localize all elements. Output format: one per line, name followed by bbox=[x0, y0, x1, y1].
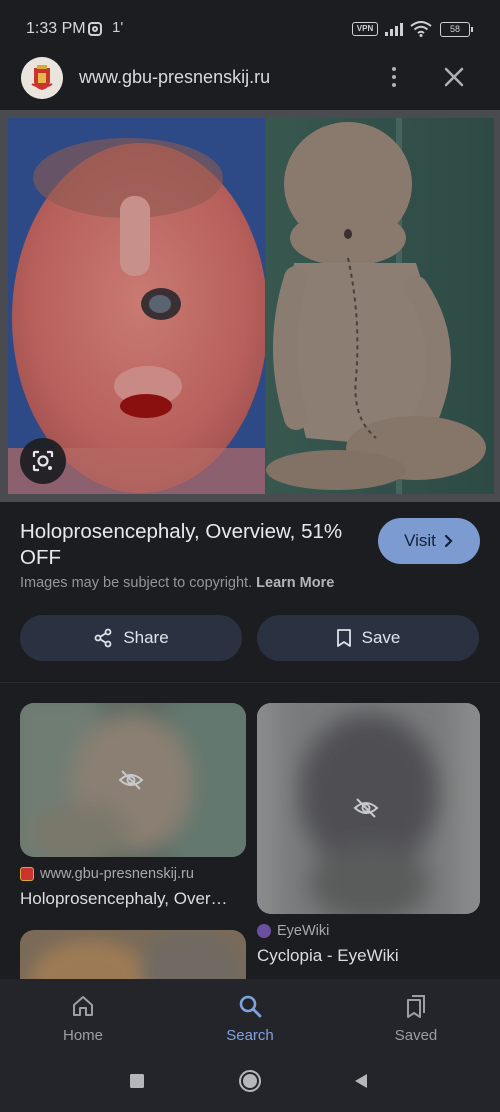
visit-label: Visit bbox=[404, 531, 436, 550]
section-divider bbox=[0, 682, 500, 683]
eye-off-icon bbox=[118, 770, 144, 790]
result-image-right-panel bbox=[266, 118, 494, 494]
related-title-2[interactable]: Cyclopia - EyeWiki bbox=[257, 946, 399, 966]
city-crest-icon bbox=[20, 867, 34, 881]
lens-icon bbox=[32, 450, 54, 472]
saved-icon bbox=[407, 995, 425, 1018]
related-source-2-label: EyeWiki bbox=[277, 923, 330, 939]
site-header: www.gbu-presnenskij.ru bbox=[0, 44, 500, 110]
share-button[interactable]: Share bbox=[20, 615, 242, 661]
copyright-notice: Images may be subject to copyright. Lear… bbox=[20, 575, 334, 591]
google-lens-button[interactable] bbox=[20, 438, 66, 484]
more-vert-icon[interactable] bbox=[384, 64, 404, 90]
recents-icon[interactable] bbox=[129, 1073, 145, 1089]
site-favicon bbox=[21, 57, 63, 99]
related-image-1[interactable] bbox=[20, 703, 246, 857]
save-button[interactable]: Save bbox=[257, 615, 479, 661]
nav-search[interactable]: Search bbox=[190, 979, 310, 1049]
site-url[interactable]: www.gbu-presnenskij.ru bbox=[79, 67, 270, 88]
signal-icon bbox=[385, 23, 403, 36]
share-label: Share bbox=[123, 628, 169, 647]
related-source-2[interactable]: EyeWiki bbox=[257, 923, 329, 939]
bookmark-icon bbox=[336, 629, 351, 647]
close-icon[interactable] bbox=[441, 64, 467, 90]
save-label: Save bbox=[361, 628, 401, 647]
eyewiki-icon bbox=[257, 924, 271, 938]
nav-home[interactable]: Home bbox=[23, 979, 143, 1049]
related-image-2[interactable] bbox=[257, 703, 480, 914]
copyright-text: Images may be subject to copyright. bbox=[20, 575, 253, 591]
learn-more-link[interactable]: Learn More bbox=[256, 575, 334, 591]
related-source-1[interactable]: www.gbu-presnenskij.ru bbox=[20, 866, 194, 882]
home-circle-icon[interactable] bbox=[238, 1069, 262, 1093]
system-navigation-bar bbox=[0, 1049, 500, 1112]
search-icon bbox=[239, 995, 262, 1018]
instagram-notification-icon bbox=[88, 22, 102, 36]
wifi-icon bbox=[410, 21, 432, 37]
result-title: Holoprosencephaly, Overview, 51% OFF bbox=[20, 520, 343, 569]
home-icon bbox=[73, 996, 93, 1016]
result-image[interactable] bbox=[0, 110, 500, 502]
network-indicator: 1' bbox=[112, 19, 124, 36]
nav-saved[interactable]: Saved bbox=[356, 979, 476, 1049]
chevron-right-icon bbox=[444, 534, 453, 548]
nav-home-label: Home bbox=[62, 1027, 103, 1044]
back-icon[interactable] bbox=[353, 1073, 369, 1089]
nav-saved-label: Saved bbox=[394, 1027, 438, 1044]
share-icon bbox=[94, 628, 112, 648]
vpn-badge: VPN bbox=[352, 22, 378, 36]
battery-icon: 58 bbox=[440, 22, 473, 37]
status-bar: 1:33 PM 1' VPN 58 bbox=[0, 0, 500, 44]
eye-off-icon bbox=[353, 798, 379, 818]
nav-search-label: Search bbox=[226, 1027, 274, 1044]
related-source-1-label: www.gbu-presnenskij.ru bbox=[40, 866, 194, 882]
related-title-1[interactable]: Holoprosencephaly, Over… bbox=[20, 889, 228, 909]
city-crest-icon bbox=[21, 57, 63, 99]
status-time: 1:33 PM bbox=[26, 20, 86, 37]
visit-button[interactable]: Visit bbox=[378, 518, 480, 564]
bottom-navigation: Home Search Saved bbox=[0, 979, 500, 1049]
